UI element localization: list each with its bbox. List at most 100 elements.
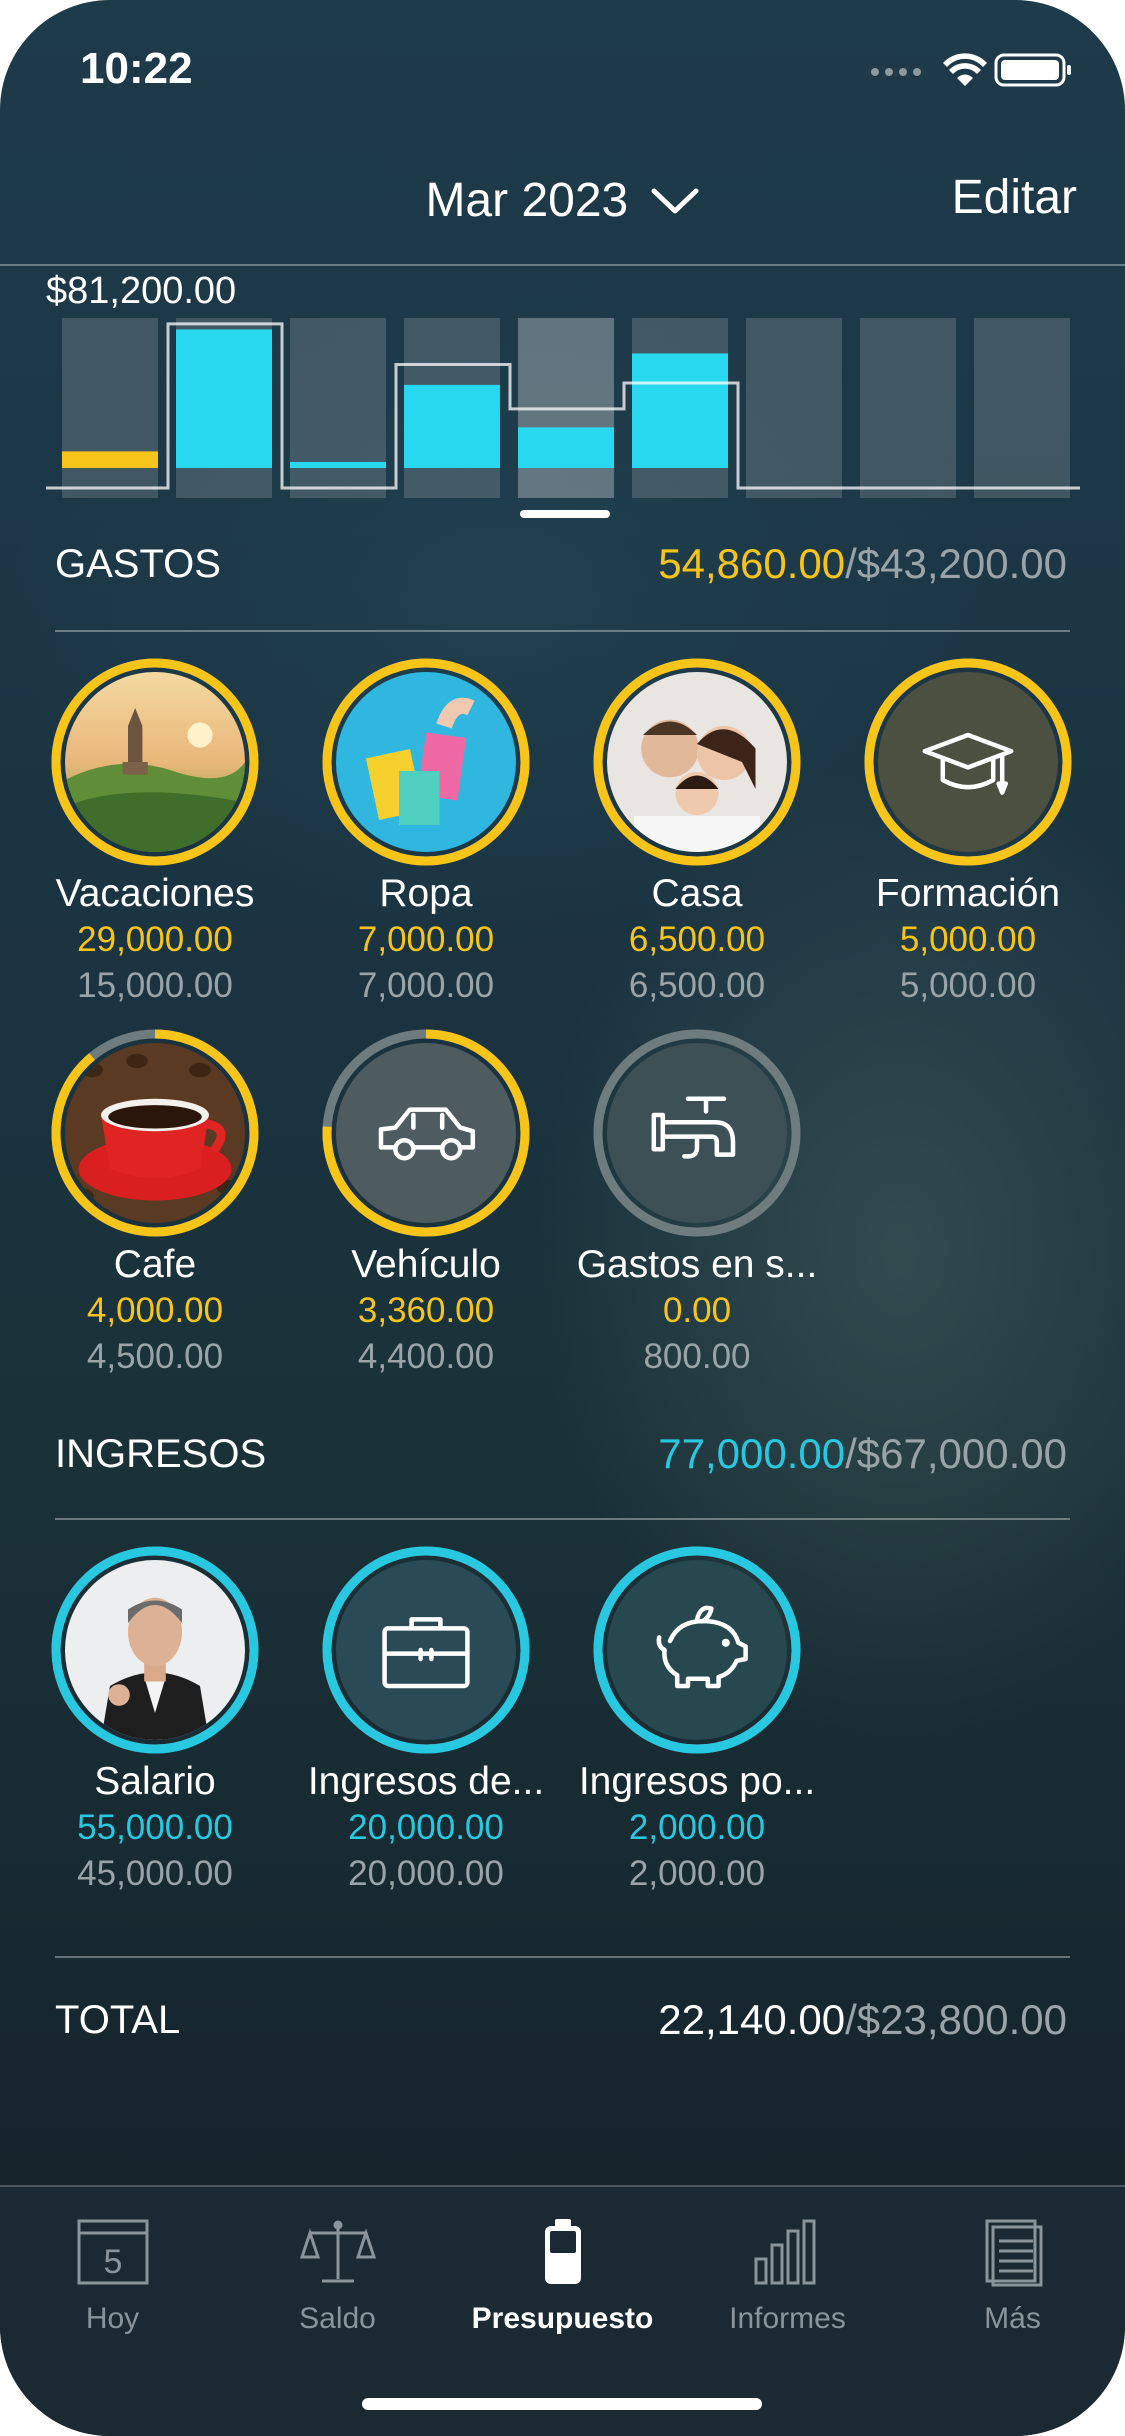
income-title: INGRESOS	[55, 1432, 267, 1476]
month-label: Mar 2023	[425, 173, 629, 227]
tab-saldo[interactable]: Saldo	[225, 2217, 450, 2336]
chart-bar	[62, 451, 158, 468]
piggy-icon	[593, 1546, 801, 1754]
category-vacaciones[interactable]: Vacaciones 29,000.00 15,000.00	[20, 658, 290, 1006]
total-title: TOTAL	[55, 1998, 181, 2042]
category-budget: 800.00	[643, 1337, 751, 1376]
chart-column-bg	[746, 318, 842, 498]
total-actual: 22,140.00	[658, 1996, 846, 2043]
chart-max-label: $81,200.00	[46, 270, 237, 312]
header-divider	[0, 264, 1125, 266]
category-name: Ingresos po...	[578, 1760, 816, 1803]
chart-bar	[632, 353, 728, 468]
chart-column-bg	[974, 318, 1070, 498]
category-actual: 0.00	[662, 1291, 732, 1330]
tab-presupuesto-label: Presupuesto	[471, 2302, 654, 2335]
category-name: Formación	[875, 872, 1061, 915]
scale-icon	[299, 2220, 376, 2283]
graduation-icon	[864, 658, 1072, 866]
category-actual: 3,360.00	[357, 1291, 495, 1330]
expenses-actual: 54,860.00	[658, 540, 846, 587]
income-summary: 77,000.00/$67,000.00	[658, 1430, 1067, 1478]
category-name: Vacaciones	[55, 872, 255, 915]
category-salario[interactable]: Salario 55,000.00 45,000.00	[20, 1546, 290, 1894]
category-gastos-en-s[interactable]: Gastos en s... 0.00 800.00	[562, 1029, 832, 1377]
category-ingresos-po[interactable]: Ingresos po... 2,000.00 2,000.00	[562, 1546, 832, 1894]
category-ingresos-de[interactable]: Ingresos de... 20,000.00 20,000.00	[291, 1546, 561, 1894]
income-actual: 77,000.00	[658, 1430, 846, 1477]
income-divider	[55, 1518, 1070, 1520]
tab-saldo-label: Saldo	[299, 2302, 376, 2335]
family-icon	[593, 658, 801, 866]
category-cafe[interactable]: Cafe 4,000.00 4,500.00	[20, 1029, 290, 1377]
total-summary: 22,140.00/$23,800.00	[658, 1996, 1067, 2044]
category-name: Salario	[94, 1760, 216, 1803]
category-budget: 2,000.00	[628, 1854, 766, 1893]
chart-page-indicator	[520, 510, 610, 518]
category-budget: 5,000.00	[899, 966, 1037, 1005]
edit-button[interactable]: Editar	[952, 170, 1077, 225]
calendar-icon: 5	[77, 2219, 148, 2285]
bar-chart-icon	[754, 2219, 815, 2285]
expenses-title: GASTOS	[55, 542, 221, 586]
bags-icon	[322, 658, 530, 866]
chart-bar	[518, 427, 614, 468]
budget-bar-chart[interactable]	[0, 310, 1125, 510]
category-formacion[interactable]: Formación 5,000.00 5,000.00	[833, 658, 1103, 1006]
status-icons	[865, 50, 1085, 90]
landscape-icon	[51, 658, 259, 866]
battery-icon	[544, 2219, 581, 2284]
category-vehiculo[interactable]: Vehículo 3,360.00 4,400.00	[291, 1029, 561, 1377]
category-actual: 5,000.00	[899, 920, 1037, 959]
car-icon	[322, 1029, 530, 1237]
category-ropa[interactable]: Ropa 7,000.00 7,000.00	[291, 658, 561, 1006]
category-name: Vehículo	[351, 1243, 501, 1286]
tab-informes[interactable]: Informes	[675, 2217, 900, 2336]
category-budget: 7,000.00	[357, 966, 495, 1005]
chart-bar	[290, 462, 386, 468]
tab-presupuesto[interactable]: Presupuesto	[450, 2217, 675, 2336]
calendar-day: 5	[103, 2243, 122, 2281]
income-budget: /$67,000.00	[845, 1430, 1067, 1477]
category-actual: 20,000.00	[348, 1808, 504, 1847]
briefcase-icon	[322, 1546, 530, 1754]
document-icon	[985, 2219, 1042, 2287]
category-name: Cafe	[113, 1243, 197, 1286]
signal-icon	[871, 68, 921, 76]
category-actual: 6,500.00	[628, 920, 766, 959]
tab-hoy[interactable]: 5 Hoy	[0, 2217, 225, 2336]
category-actual: 55,000.00	[77, 1808, 233, 1847]
category-budget: 4,400.00	[357, 1337, 495, 1376]
chart-column-bg	[62, 318, 158, 498]
category-actual: 29,000.00	[77, 920, 233, 959]
chart-bar	[176, 329, 272, 468]
app-screen: 10:22 Mar 2023 Editar $81,200.00 GASTOS …	[0, 0, 1125, 2436]
category-actual: 7,000.00	[357, 920, 495, 959]
total-divider	[55, 1956, 1070, 1958]
category-actual: 2,000.00	[628, 1808, 766, 1847]
chart-column-bg	[860, 318, 956, 498]
wifi-icon	[943, 53, 987, 86]
category-budget: 20,000.00	[348, 1854, 504, 1893]
tab-mas[interactable]: Más	[900, 2217, 1125, 2336]
category-budget: 15,000.00	[77, 966, 233, 1005]
coffee-icon	[51, 1029, 259, 1237]
category-casa[interactable]: Casa 6,500.00 6,500.00	[562, 658, 832, 1006]
battery-status-icon	[994, 53, 1071, 87]
category-name: Ropa	[379, 872, 473, 915]
expenses-summary: 54,860.00/$43,200.00	[658, 540, 1067, 588]
category-budget: 45,000.00	[77, 1854, 233, 1893]
expenses-divider	[55, 630, 1070, 632]
total-budget: /$23,800.00	[845, 1996, 1067, 2043]
category-budget: 4,500.00	[86, 1337, 224, 1376]
tab-mas-label: Más	[984, 2302, 1041, 2335]
chart-bar	[404, 384, 500, 468]
chart-column-bg	[290, 318, 386, 498]
chevron-down-icon	[651, 188, 699, 214]
tab-informes-label: Informes	[729, 2302, 846, 2335]
faucet-icon	[593, 1029, 801, 1237]
category-name: Gastos en s...	[576, 1243, 818, 1286]
category-budget: 6,500.00	[628, 966, 766, 1005]
category-actual: 4,000.00	[86, 1291, 224, 1330]
home-indicator	[362, 2398, 762, 2410]
